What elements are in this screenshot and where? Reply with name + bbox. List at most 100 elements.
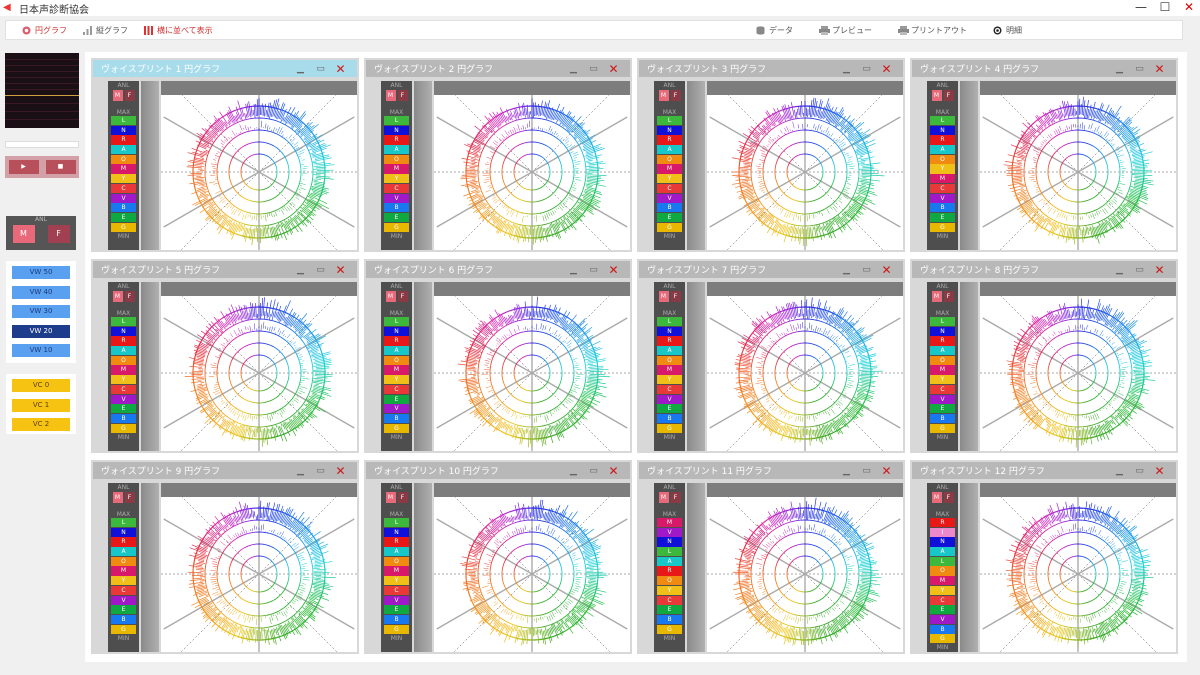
data-button[interactable]: データ (756, 25, 793, 36)
spectrum-spike (262, 106, 265, 117)
panel-titlebar[interactable]: ヴォイスプリント 5 円グラフ ▁ ▭ ✕ (93, 261, 357, 278)
inner-spike (522, 125, 524, 130)
ring-segment (817, 144, 821, 147)
male-toggle[interactable]: M (658, 90, 669, 101)
minimize-button[interactable]: — (1134, 0, 1148, 14)
spectrum-spike (534, 427, 536, 439)
inner-spike (791, 214, 793, 217)
panel-maximize-button[interactable]: ▭ (314, 265, 327, 275)
tile-view-button[interactable]: 横に並べて表示 (144, 25, 213, 36)
inner-spike (548, 125, 551, 132)
male-toggle[interactable]: M (112, 291, 123, 302)
panel-close-button[interactable]: ✕ (880, 263, 893, 277)
female-toggle[interactable]: F (670, 291, 681, 302)
male-toggle[interactable]: M (385, 90, 396, 101)
female-toggle[interactable]: F (124, 90, 135, 101)
male-toggle[interactable]: M (658, 291, 669, 302)
vw-20-button[interactable]: VW 20 (12, 324, 70, 338)
ring-segment (785, 395, 789, 398)
panel-maximize-button[interactable]: ▭ (860, 64, 873, 74)
spectrum-spike (262, 226, 265, 237)
panel-maximize-button[interactable]: ▭ (314, 64, 327, 74)
spectrum-spike (1132, 168, 1146, 170)
male-toggle[interactable]: M (385, 291, 396, 302)
panel-titlebar[interactable]: ヴォイスプリント 3 円グラフ ▁ ▭ ✕ (639, 60, 903, 77)
panel-close-button[interactable]: ✕ (607, 263, 620, 277)
ring-segment (266, 142, 270, 145)
female-toggle[interactable]: F (397, 291, 408, 302)
panel-minimize-button[interactable]: ▁ (294, 64, 307, 74)
male-toggle[interactable]: M (112, 90, 123, 101)
playback-controls: ▶ ■ (5, 156, 79, 178)
panel-minimize-button[interactable]: ▁ (567, 265, 580, 275)
female-toggle[interactable]: F (397, 90, 408, 101)
ring-segment (787, 177, 790, 180)
pie-chart-button[interactable]: 円グラフ (22, 25, 67, 36)
close-button[interactable]: ✕ (1182, 0, 1196, 14)
female-toggle[interactable]: F (670, 90, 681, 101)
ring-segment (536, 224, 542, 227)
panel-titlebar[interactable]: ヴォイスプリント 7 円グラフ ▁ ▭ ✕ (639, 261, 903, 278)
ring-segment (795, 224, 801, 227)
vw-50-button[interactable]: VW 50 (12, 266, 70, 279)
voiceprint-panel[interactable]: ヴォイスプリント 6 円グラフ ▁ ▭ ✕ ANL M F MAX LNRAOM… (364, 259, 632, 453)
inner-spike (548, 327, 551, 332)
inner-spike (821, 129, 823, 132)
ring-segment (232, 186, 235, 190)
inner-spike (761, 152, 767, 156)
panel-close-button[interactable]: ✕ (1153, 62, 1166, 76)
panel-titlebar[interactable]: ヴォイスプリント 1 円グラフ ▁ ▭ ✕ (93, 60, 357, 77)
inner-spike (572, 358, 578, 361)
ring-segment (789, 383, 792, 385)
panel-minimize-button[interactable]: ▁ (1113, 64, 1126, 74)
vw-40-button[interactable]: VW 40 (12, 285, 70, 299)
preview-button[interactable]: プレビュー (819, 25, 872, 36)
stop-button[interactable]: ■ (45, 160, 76, 174)
ring-segment (1109, 195, 1113, 200)
inner-spike (299, 155, 302, 158)
panel-close-button[interactable]: ✕ (334, 62, 347, 76)
details-button[interactable]: 明細 (993, 25, 1022, 36)
panel-titlebar[interactable]: ヴォイスプリント 4 円グラフ ▁ ▭ ✕ (912, 60, 1176, 77)
panel-minimize-button[interactable]: ▁ (840, 64, 853, 74)
vc-1-button[interactable]: VC 1 (12, 398, 70, 412)
female-button[interactable]: F (47, 225, 70, 243)
inner-spike (1092, 213, 1095, 219)
ring-segment (751, 181, 754, 187)
male-button[interactable]: M (12, 225, 35, 243)
panel-close-button[interactable]: ✕ (334, 263, 347, 277)
bar-chart-button[interactable]: 縦グラフ (83, 25, 128, 36)
voiceprint-panel[interactable]: ヴォイスプリント 1 円グラフ ▁ ▭ ✕ ANL M F MAX LNRAOM… (91, 58, 359, 252)
panel-minimize-button[interactable]: ▁ (840, 265, 853, 275)
vw-30-button[interactable]: VW 30 (12, 305, 70, 318)
panel-minimize-button[interactable]: ▁ (567, 64, 580, 74)
panel-close-button[interactable]: ✕ (880, 62, 893, 76)
voiceprint-panel[interactable]: ヴォイスプリント 3 円グラフ ▁ ▭ ✕ ANL M F MAX LNRAOM… (637, 58, 905, 252)
playback-progress[interactable] (5, 141, 79, 148)
female-toggle[interactable]: F (124, 291, 135, 302)
panel-close-button[interactable]: ✕ (607, 62, 620, 76)
panel-maximize-button[interactable]: ▭ (1133, 64, 1146, 74)
ring-segment (794, 387, 797, 389)
female-toggle[interactable]: F (943, 90, 954, 101)
play-button[interactable]: ▶ (8, 160, 39, 174)
vc-0-button[interactable]: VC 0 (12, 379, 70, 392)
vw-10-button[interactable]: VW 10 (12, 344, 70, 357)
panel-maximize-button[interactable]: ▭ (860, 265, 873, 275)
panel-titlebar[interactable]: ヴォイスプリント 2 円グラフ ▁ ▭ ✕ (366, 60, 630, 77)
voiceprint-panel[interactable]: ヴォイスプリント 5 円グラフ ▁ ▭ ✕ ANL M F MAX LNRAOM… (91, 259, 359, 453)
spectrum-spike (467, 366, 476, 368)
panel-maximize-button[interactable]: ▭ (587, 64, 600, 74)
voiceprint-panel[interactable]: ヴォイスプリント 7 円グラフ ▁ ▭ ✕ ANL M F MAX LNRAOM… (637, 259, 905, 453)
spectrum-spike (861, 166, 875, 169)
ring-segment (248, 343, 252, 346)
voiceprint-panel[interactable]: ヴォイスプリント 2 円グラフ ▁ ▭ ✕ ANL M F MAX LNRAOM… (364, 58, 632, 252)
voiceprint-panel[interactable]: ヴォイスプリント 4 円グラフ ▁ ▭ ✕ ANL M F MAX LNRAOY… (910, 58, 1178, 252)
maximize-button[interactable]: ☐ (1158, 0, 1172, 14)
male-toggle[interactable]: M (931, 90, 942, 101)
panel-titlebar[interactable]: ヴォイスプリント 6 円グラフ ▁ ▭ ✕ (366, 261, 630, 278)
panel-maximize-button[interactable]: ▭ (587, 265, 600, 275)
printout-button[interactable]: プリントアウト (898, 25, 967, 36)
panel-minimize-button[interactable]: ▁ (294, 265, 307, 275)
vc-2-button[interactable]: VC 2 (12, 418, 70, 431)
